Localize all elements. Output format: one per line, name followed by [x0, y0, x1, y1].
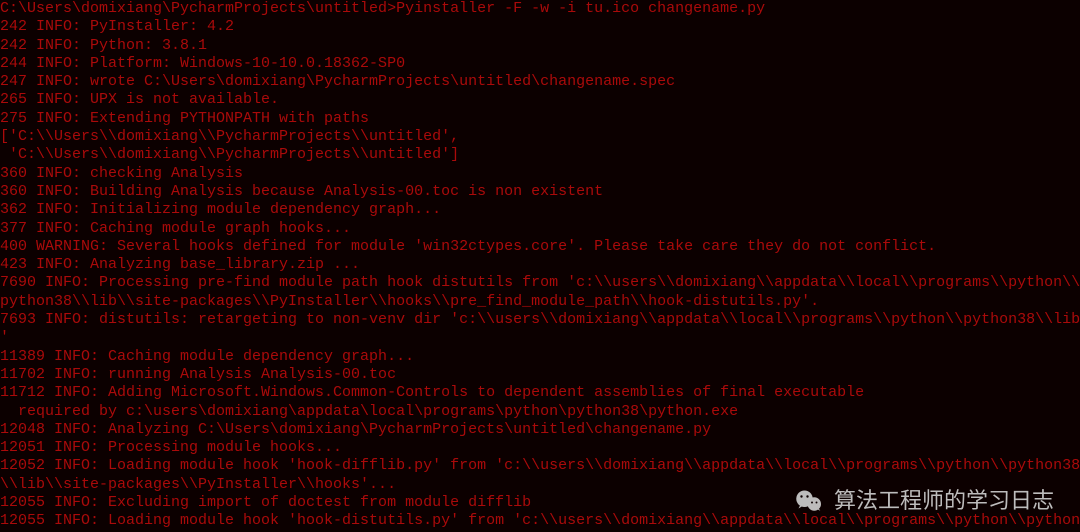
terminal-line: 400 WARNING: Several hooks defined for m… — [0, 238, 1080, 256]
terminal-line: 247 INFO: wrote C:\Users\domixiang\Pycha… — [0, 73, 1080, 91]
terminal-line: 362 INFO: Initializing module dependency… — [0, 201, 1080, 219]
terminal-line: 7693 INFO: distutils: retargeting to non… — [0, 311, 1080, 329]
terminal-line: 360 INFO: Building Analysis because Anal… — [0, 183, 1080, 201]
terminal-line: 423 INFO: Analyzing base_library.zip ... — [0, 256, 1080, 274]
terminal-line: 265 INFO: UPX is not available. — [0, 91, 1080, 109]
terminal-output[interactable]: C:\Users\domixiang\PycharmProjects\untit… — [0, 0, 1080, 532]
terminal-line: 242 INFO: Python: 3.8.1 — [0, 37, 1080, 55]
terminal-line: C:\Users\domixiang\PycharmProjects\untit… — [0, 0, 1080, 18]
terminal-line: ['C:\\Users\\domixiang\\PycharmProjects\… — [0, 128, 1080, 146]
terminal-line: 7690 INFO: Processing pre-find module pa… — [0, 274, 1080, 292]
terminal-line: 360 INFO: checking Analysis — [0, 165, 1080, 183]
terminal-line: \\lib\\site-packages\\PyInstaller\\hooks… — [0, 476, 1080, 494]
terminal-line: 12051 INFO: Processing module hooks... — [0, 439, 1080, 457]
terminal-line: 12048 INFO: Analyzing C:\Users\domixiang… — [0, 421, 1080, 439]
terminal-line: 242 INFO: PyInstaller: 4.2 — [0, 18, 1080, 36]
terminal-line: 12052 INFO: Loading module hook 'hook-di… — [0, 457, 1080, 475]
terminal-line: 'C:\\Users\\domixiang\\PycharmProjects\\… — [0, 146, 1080, 164]
terminal-line: python38\\lib\\site-packages\\PyInstalle… — [0, 293, 1080, 311]
terminal-line: 377 INFO: Caching module graph hooks... — [0, 220, 1080, 238]
terminal-line: 11702 INFO: running Analysis Analysis-00… — [0, 366, 1080, 384]
terminal-line: ' — [0, 329, 1080, 347]
terminal-line: 12055 INFO: Loading module hook 'hook-di… — [0, 512, 1080, 530]
terminal-line: 12055 INFO: Excluding import of doctest … — [0, 494, 1080, 512]
terminal-line: 244 INFO: Platform: Windows-10-10.0.1836… — [0, 55, 1080, 73]
terminal-line: 275 INFO: Extending PYTHONPATH with path… — [0, 110, 1080, 128]
terminal-line: required by c:\users\domixiang\appdata\l… — [0, 403, 1080, 421]
terminal-line: 11712 INFO: Adding Microsoft.Windows.Com… — [0, 384, 1080, 402]
terminal-line: 11389 INFO: Caching module dependency gr… — [0, 348, 1080, 366]
